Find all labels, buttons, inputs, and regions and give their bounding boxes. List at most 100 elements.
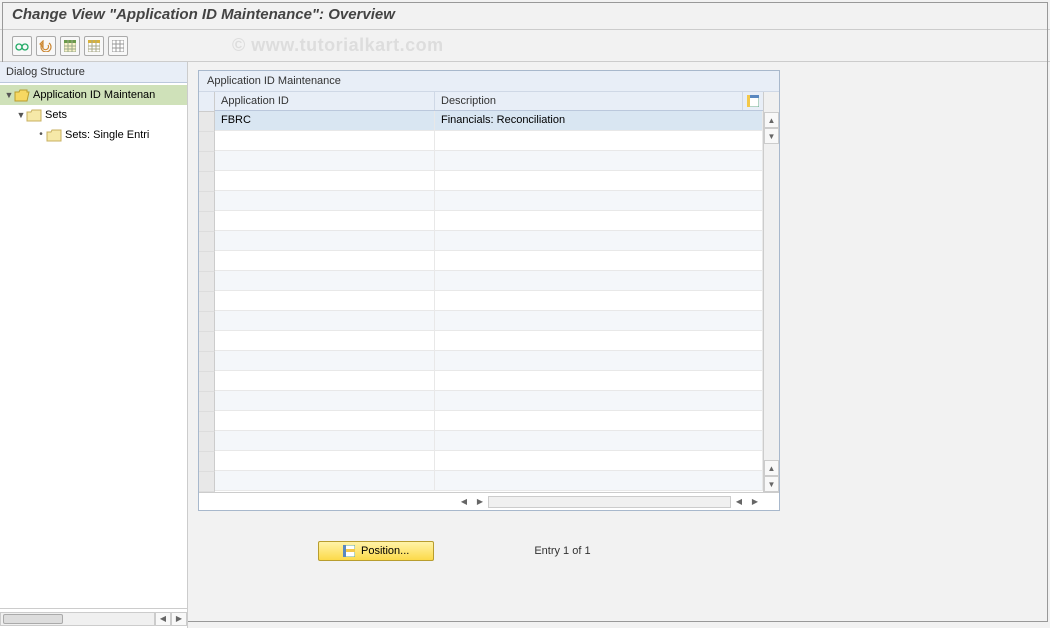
scroll-up-icon[interactable]: ▲: [764, 112, 779, 128]
entry-count-text: Entry 1 of 1: [534, 545, 590, 557]
row-selector[interactable]: [199, 272, 215, 292]
row-selector[interactable]: [199, 452, 215, 472]
scrollbar-track[interactable]: [488, 496, 731, 508]
row-selector[interactable]: [199, 252, 215, 272]
tree-label: Sets: Single Entri: [65, 127, 149, 143]
scroll-right-icon[interactable]: ▶: [472, 495, 488, 509]
row-selector[interactable]: [199, 172, 215, 192]
column-header-application-id[interactable]: Application ID: [215, 92, 435, 110]
watermark-text: © www.tutorialkart.com: [132, 35, 444, 56]
grid-header: Application ID Description: [215, 92, 763, 111]
grid-yellow-icon: [88, 40, 100, 52]
page-title: Change View "Application ID Maintenance"…: [12, 6, 395, 23]
scroll-down-icon[interactable]: ▼: [764, 476, 779, 492]
scroll-left-icon[interactable]: ◀: [456, 495, 472, 509]
tree-node-sets-single[interactable]: • Sets: Single Entri: [0, 125, 187, 145]
table-row[interactable]: [215, 171, 763, 191]
table-frame: Application ID Maintenance: [198, 70, 780, 511]
grid-horizontal-scrollbar[interactable]: ◀ ▶ ◀ ▶: [199, 492, 779, 510]
cell-application-id[interactable]: FBRC: [215, 111, 435, 130]
table-row[interactable]: [215, 311, 763, 331]
panel-title: Application ID Maintenance: [199, 71, 779, 92]
table-row[interactable]: [215, 451, 763, 471]
row-selector[interactable]: [199, 332, 215, 352]
row-selector[interactable]: [199, 212, 215, 232]
table-row[interactable]: [215, 131, 763, 151]
row-selector[interactable]: [199, 192, 215, 212]
table-row[interactable]: [215, 291, 763, 311]
tree-node-sets[interactable]: ▼ Sets: [0, 105, 187, 125]
application-toolbar: © www.tutorialkart.com: [0, 30, 1050, 62]
table-row[interactable]: [215, 251, 763, 271]
tree-label: Application ID Maintenan: [33, 87, 155, 103]
vertical-scrollbar[interactable]: ▲ ▼ ▲ ▼: [763, 92, 779, 492]
grid-green-icon: [64, 40, 76, 52]
table-row[interactable]: [215, 271, 763, 291]
table-row[interactable]: [215, 331, 763, 351]
position-button[interactable]: Position...: [318, 541, 434, 561]
table-row[interactable]: [215, 211, 763, 231]
table-row[interactable]: [215, 231, 763, 251]
row-selector[interactable]: [199, 372, 215, 392]
table-settings-button[interactable]: [743, 92, 763, 110]
table-row[interactable]: [215, 351, 763, 371]
scrollbar-track[interactable]: [764, 144, 779, 460]
folder-open-icon: [14, 89, 30, 102]
folder-closed-icon: [26, 109, 42, 122]
row-selector[interactable]: [199, 132, 215, 152]
table-row[interactable]: [215, 431, 763, 451]
content-panel: Application ID Maintenance: [188, 62, 1050, 628]
row-selector[interactable]: [199, 412, 215, 432]
column-header-description[interactable]: Description: [435, 92, 743, 110]
save-button[interactable]: [84, 36, 104, 56]
row-selector[interactable]: [199, 152, 215, 172]
table-row[interactable]: [215, 471, 763, 491]
position-icon: [343, 545, 355, 557]
scrollbar-track[interactable]: [0, 612, 155, 626]
row-selector[interactable]: [199, 292, 215, 312]
row-selector-column: [199, 92, 215, 492]
tree-node-application-id-maintenance[interactable]: ▼ Application ID Maintenan: [0, 85, 187, 105]
dialog-structure-header: Dialog Structure: [0, 62, 187, 83]
dialog-structure-panel: Dialog Structure ▼ Application ID Mainte…: [0, 62, 188, 628]
scroll-left-icon[interactable]: ◀: [155, 612, 171, 626]
table-row[interactable]: [215, 191, 763, 211]
row-selector[interactable]: [199, 112, 215, 132]
tree-label: Sets: [45, 107, 67, 123]
other-view-button[interactable]: [12, 36, 32, 56]
row-selector[interactable]: [199, 232, 215, 252]
left-horizontal-scrollbar[interactable]: ◀ ▶: [0, 608, 187, 628]
scroll-right-icon[interactable]: ▶: [747, 495, 763, 509]
deselect-button[interactable]: [108, 36, 128, 56]
table-config-icon: [747, 95, 759, 107]
scroll-down-icon[interactable]: ▼: [764, 128, 779, 144]
table-row[interactable]: FBRC Financials: Reconciliation: [215, 111, 763, 131]
row-selector[interactable]: [199, 312, 215, 332]
select-all-button[interactable]: [60, 36, 80, 56]
expand-toggle-icon[interactable]: ▼: [4, 87, 14, 103]
scroll-up-icon[interactable]: ▲: [764, 460, 779, 476]
folder-closed-icon: [46, 129, 62, 142]
title-bar: Change View "Application ID Maintenance"…: [0, 0, 1050, 30]
row-selector[interactable]: [199, 472, 215, 492]
table-row[interactable]: [215, 391, 763, 411]
cell-description[interactable]: Financials: Reconciliation: [435, 111, 763, 130]
table-row[interactable]: [215, 371, 763, 391]
row-selector[interactable]: [199, 392, 215, 412]
data-grid: Application ID Description FBRC Financia…: [215, 92, 763, 492]
grid-plain-icon: [112, 40, 124, 52]
table-row[interactable]: [215, 151, 763, 171]
tree-area: ▼ Application ID Maintenan ▼ Sets • Sets…: [0, 83, 187, 608]
footer-bar: Position... Entry 1 of 1: [198, 541, 1040, 561]
row-selector-header[interactable]: [199, 92, 215, 112]
undo-button[interactable]: [36, 36, 56, 56]
undo-icon: [39, 40, 53, 52]
scroll-right-icon[interactable]: ▶: [171, 612, 187, 626]
row-selector[interactable]: [199, 352, 215, 372]
scrollbar-thumb[interactable]: [3, 614, 63, 624]
expand-toggle-icon[interactable]: ▼: [16, 107, 26, 123]
table-row[interactable]: [215, 411, 763, 431]
row-selector[interactable]: [199, 432, 215, 452]
scroll-left-icon[interactable]: ◀: [731, 495, 747, 509]
glasses-icon: [15, 40, 29, 52]
